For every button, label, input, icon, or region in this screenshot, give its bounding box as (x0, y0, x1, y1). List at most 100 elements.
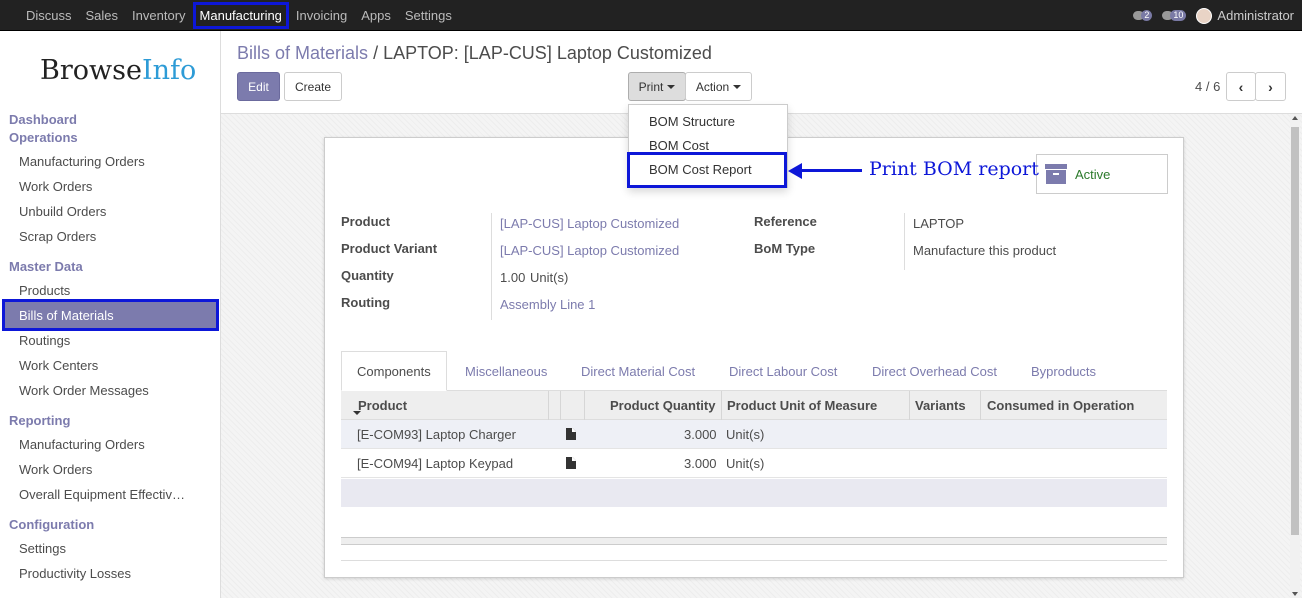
menu-invoicing[interactable]: Invoicing (296, 8, 347, 23)
tab-components[interactable]: Components (341, 351, 447, 391)
product-variant-value[interactable]: [LAP-CUS] Laptop Customized (500, 243, 679, 258)
pager-previous-button[interactable]: ‹ (1226, 72, 1256, 101)
sidebar-section-configuration[interactable]: Configuration (9, 517, 94, 532)
tab-direct-overhead-cost[interactable]: Direct Overhead Cost (872, 351, 997, 391)
menu-item-bom-cost[interactable]: BOM Cost (649, 138, 709, 153)
sidebar-item-settings[interactable]: Settings (19, 541, 66, 556)
print-label: Print (638, 79, 664, 94)
sidebar-item-unbuild-orders[interactable]: Unbuild Orders (19, 204, 106, 219)
breadcrumb-parent[interactable]: Bills of Materials (237, 43, 368, 63)
action-label: Action (695, 79, 730, 94)
sidebar-item-report-manufacturing-orders[interactable]: Manufacturing Orders (19, 437, 145, 452)
top-navbar: Discuss Sales Inventory Manufacturing In… (0, 0, 1302, 31)
row-uom[interactable]: Unit(s) (726, 427, 764, 442)
add-line-row[interactable] (341, 479, 1167, 507)
caret-down-icon (733, 84, 742, 89)
column-separator (584, 391, 585, 420)
reference-label: Reference (754, 214, 817, 229)
product-label: Product (341, 214, 391, 229)
sidebar-section-master-data[interactable]: Master Data (9, 259, 83, 274)
reference-value: LAPTOP (913, 216, 965, 231)
tab-byproducts[interactable]: Byproducts (1031, 351, 1096, 391)
column-separator (548, 391, 549, 420)
breadcrumb-current: LAPTOP: [LAP-CUS] Laptop Customized (383, 43, 712, 63)
bom-type-label: BoM Type (754, 241, 816, 256)
sidebar-item-products[interactable]: Products (19, 283, 70, 298)
sidebar-item-report-work-orders[interactable]: Work Orders (19, 462, 92, 477)
sidebar-item-manufacturing-orders[interactable]: Manufacturing Orders (19, 154, 145, 169)
edit-button[interactable]: Edit (237, 72, 280, 101)
create-button[interactable]: Create (284, 72, 342, 101)
company-logo: BrowseInfo (40, 55, 197, 86)
sidebar-section-reporting[interactable]: Reporting (9, 413, 70, 428)
sidebar-item-work-orders[interactable]: Work Orders (19, 179, 92, 194)
activity-notification[interactable]: 10 (1162, 10, 1187, 21)
column-separator (909, 391, 910, 420)
product-variant-label: Product Variant (341, 241, 438, 256)
column-separator (721, 391, 722, 420)
field-divider (491, 213, 492, 320)
chevron-left-icon: ‹ (1238, 78, 1244, 95)
scrollbar-thumb[interactable] (1291, 127, 1299, 535)
column-product-quantity[interactable]: Product Quantity (610, 391, 715, 420)
column-consumed-in-operation[interactable]: Consumed in Operation (987, 391, 1134, 420)
scroll-down-icon[interactable] (1292, 592, 1298, 596)
bom-type-value: Manufacture this product (913, 243, 1057, 258)
sidebar-item-oee[interactable]: Overall Equipment Effectiv… (19, 487, 185, 502)
user-name[interactable]: Administrator (1217, 8, 1294, 23)
field-divider (904, 213, 905, 270)
column-product[interactable]: Product (358, 391, 407, 420)
table-footer (341, 537, 1167, 545)
pager-value[interactable]: 4 / 6 (1195, 79, 1220, 94)
row-uom[interactable]: Unit(s) (726, 456, 764, 471)
row-product[interactable]: [E-COM93] Laptop Charger (357, 427, 516, 442)
row-product[interactable]: [E-COM94] Laptop Keypad (357, 456, 513, 471)
routing-value[interactable]: Assembly Line 1 (500, 297, 595, 312)
sidebar-section-dashboard[interactable]: Dashboard (9, 112, 77, 127)
sidebar-item-work-order-messages[interactable]: Work Order Messages (19, 383, 149, 398)
menu-apps[interactable]: Apps (361, 8, 391, 23)
sidebar-section-operations[interactable]: Operations (9, 130, 78, 145)
tab-miscellaneous[interactable]: Miscellaneous (465, 351, 547, 391)
breadcrumb: Bills of Materials / LAPTOP: [LAP-CUS] L… (237, 43, 712, 64)
scroll-up-icon[interactable] (1292, 116, 1298, 120)
product-value[interactable]: [LAP-CUS] Laptop Customized (500, 216, 679, 231)
row-quantity[interactable]: 3.000 (684, 427, 717, 442)
action-dropdown-button[interactable]: Action (685, 72, 752, 101)
quantity-uom: Unit(s) (530, 270, 569, 285)
row-quantity[interactable]: 3.000 (684, 456, 717, 471)
menu-settings[interactable]: Settings (405, 8, 452, 23)
menu-sales[interactable]: Sales (86, 8, 119, 23)
divider (341, 560, 1167, 561)
sidebar-item-work-centers[interactable]: Work Centers (19, 358, 98, 373)
quantity-value: 1.00 (500, 270, 526, 285)
caret-down-icon (667, 84, 676, 89)
systray: 2 10 Administrator (1133, 0, 1294, 31)
active-toggle-button[interactable]: Active (1036, 154, 1168, 194)
sidebar-item-scrap-orders[interactable]: Scrap Orders (19, 229, 96, 244)
chat-count: 2 (1141, 10, 1153, 21)
chat-notification[interactable]: 2 (1133, 10, 1153, 21)
annotation-arrow (800, 169, 862, 172)
column-uom[interactable]: Product Unit of Measure (727, 391, 877, 420)
column-separator (560, 391, 561, 420)
routing-label: Routing (341, 295, 391, 310)
menu-item-bom-structure[interactable]: BOM Structure (649, 114, 735, 129)
active-status-label: Active (1075, 166, 1111, 182)
menu-discuss[interactable]: Discuss (26, 8, 72, 23)
annotation-text: Print BOM report (869, 158, 1039, 180)
menu-manufacturing[interactable]: Manufacturing (192, 2, 289, 29)
print-dropdown-button[interactable]: Print (628, 72, 686, 101)
pager-next-button[interactable]: › (1255, 72, 1286, 101)
menu-inventory[interactable]: Inventory (132, 8, 185, 23)
column-separator (980, 391, 981, 420)
sidebar-item-productivity-losses[interactable]: Productivity Losses (19, 566, 131, 581)
tab-direct-labour-cost[interactable]: Direct Labour Cost (729, 351, 837, 391)
tab-direct-material-cost[interactable]: Direct Material Cost (581, 351, 695, 391)
sidebar-item-routings[interactable]: Routings (19, 333, 70, 348)
user-avatar[interactable] (1196, 7, 1213, 24)
vertical-scrollbar[interactable] (1290, 114, 1300, 598)
column-variants[interactable]: Variants (915, 391, 966, 420)
sidebar-item-bills-of-materials[interactable]: Bills of Materials (2, 299, 219, 331)
activity-count: 10 (1170, 10, 1187, 21)
